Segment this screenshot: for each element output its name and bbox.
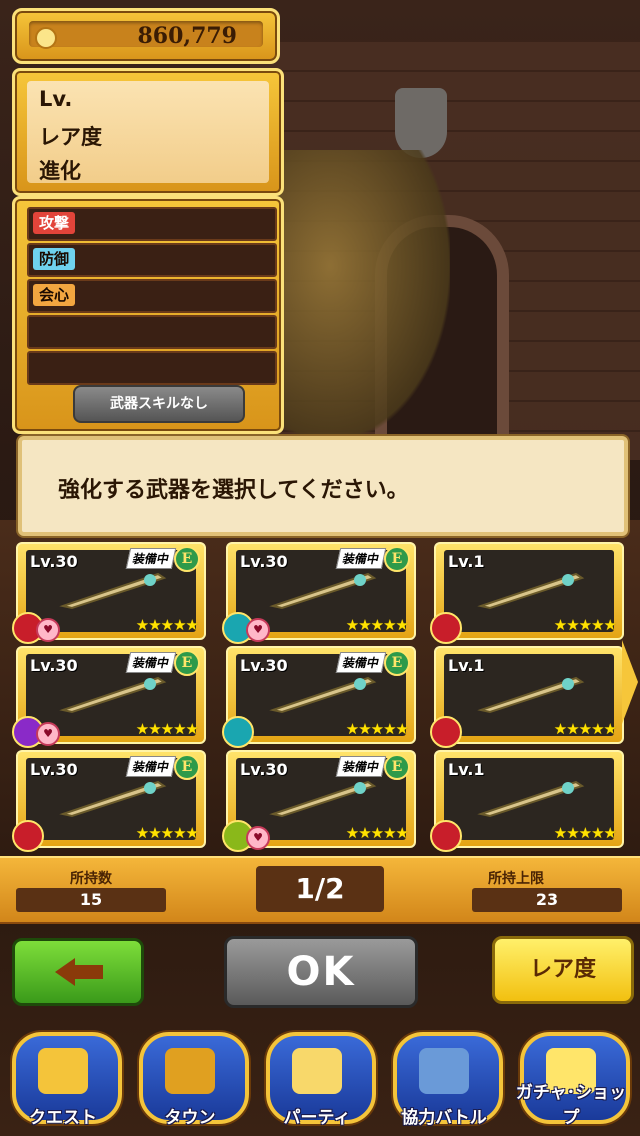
rarity-label: レア度 [39,125,102,149]
weapon-icon [59,780,167,818]
element-icon [430,716,462,748]
weapon-icon [269,676,377,714]
equipped-tag: 装備中 [125,548,177,569]
weapon-icon [269,780,377,818]
weapon-card[interactable]: Lv.30 装備中 E ★★★★★ [222,646,416,748]
weapon-card[interactable]: Lv.30 装備中 E ★★★★★ ♥ [222,542,416,644]
nav-item[interactable]: パーティ [258,1026,376,1136]
equip-mark-icon: E [384,546,410,572]
weapon-card[interactable]: Lv.1 ★★★★★ [430,542,624,644]
weapon-card[interactable]: Lv.1 ★★★★★ [430,646,624,748]
owned-count-label: 所持数 [70,871,112,887]
nav-label: パーティ [283,1108,351,1128]
lock-heart-icon: ♥ [246,826,270,850]
weapon-skill-button[interactable]: 武器スキルなし [73,385,245,423]
rarity-stars: ★★★★★ [553,720,617,738]
rarity-stars: ★★★★★ [135,824,199,842]
coin-bar: 860,779 [12,8,280,64]
equip-mark-icon: E [174,754,200,780]
wall-shield [395,88,447,158]
lock-heart-icon: ♥ [246,618,270,642]
weapon-card[interactable]: Lv.30 装備中 E ★★★★★ [12,750,206,852]
rarity-stars: ★★★★★ [135,616,199,634]
weapon-icon [477,780,585,818]
quest-map-icon [38,1048,88,1094]
nav-label: クエスト [29,1108,97,1128]
critical-tag: 会心 [33,284,76,306]
page-indicator: 1/2 [256,866,384,912]
inventory-count-bar: 所持数 15 1/2 所持上限 23 [0,856,640,924]
equipped-tag: 装備中 [125,652,177,673]
level-label: Lv. [39,87,73,111]
nav-item[interactable]: タウン [131,1026,249,1136]
critical-row: 会心 [27,279,277,313]
nav-item[interactable]: 協力バトル [385,1026,503,1136]
rarity-stars: ★★★★★ [345,720,409,738]
evolution-label: 進化 [39,159,81,183]
back-button[interactable] [12,938,144,1006]
nav-item[interactable]: クエスト [4,1026,122,1136]
weapon-info-panel: Lv. レア度 進化 [12,68,284,196]
weapon-card[interactable]: Lv.1 ★★★★★ [430,750,624,852]
ok-button[interactable]: OK [224,936,418,1008]
defense-tag: 防御 [33,248,76,270]
equipped-tag: 装備中 [335,756,387,777]
coin-icon [35,27,57,49]
weapon-icon [59,572,167,610]
defense-row: 防御 [27,243,277,277]
empty-stat-row [27,351,277,385]
nav-label: タウン [164,1108,216,1128]
weapon-icon [477,572,585,610]
weapon-card[interactable]: Lv.30 装備中 E ★★★★★ ♥ [12,542,206,644]
bottom-nav: クエスト タウン パーティ 協力バトル ガチャ･ショップ [0,1026,640,1136]
element-icon [430,820,462,852]
equip-mark-icon: E [174,546,200,572]
limit-label: 所持上限 [488,871,544,887]
lock-heart-icon: ♥ [36,618,60,642]
limit-value: 23 [472,888,622,912]
back-arrow-icon [55,958,75,986]
instruction-banner: 強化する武器を選択してください。 [18,436,628,536]
equipped-tag: 装備中 [335,652,387,673]
party-icon [292,1048,342,1094]
equip-mark-icon: E [384,650,410,676]
equip-mark-icon: E [174,650,200,676]
weapon-icon [477,676,585,714]
weapon-card[interactable]: Lv.30 装備中 E ★★★★★ ♥ [222,750,416,852]
back-arrow-shaft [73,965,103,979]
rarity-stars: ★★★★★ [135,720,199,738]
element-icon [12,820,44,852]
weapon-card[interactable]: Lv.30 装備中 E ★★★★★ ♥ [12,646,206,748]
element-icon [430,612,462,644]
equipped-tag: 装備中 [125,756,177,777]
weapon-stats-panel: 攻撃 防御 会心 武器スキルなし [12,196,284,434]
next-page-arrow[interactable] [622,640,638,724]
weapon-grid: Lv.30 装備中 E ★★★★★ ♥ Lv.30 装備中 E ★★★★★ ♥ Lv.1 ★★★★★ L… [12,542,624,852]
element-icon [222,716,254,748]
weapon-icon [269,572,377,610]
nav-label: 協力バトル [401,1108,487,1128]
instruction-text: 強化する武器を選択してください。 [58,478,409,503]
rarity-sort-button[interactable]: レア度 [492,936,634,1004]
attack-row: 攻撃 [27,207,277,241]
nav-item[interactable]: ガチャ･ショップ [512,1026,630,1136]
town-icon [165,1048,215,1094]
equipped-tag: 装備中 [335,548,387,569]
weapon-icon [59,676,167,714]
rarity-stars: ★★★★★ [553,824,617,842]
coin-value: 860,779 [137,23,237,49]
coop-battle-icon [419,1048,469,1094]
owned-count-value: 15 [16,888,166,912]
rarity-stars: ★★★★★ [345,616,409,634]
rarity-stars: ★★★★★ [345,824,409,842]
empty-stat-row [27,315,277,349]
equip-mark-icon: E [384,754,410,780]
lock-heart-icon: ♥ [36,722,60,746]
attack-tag: 攻撃 [33,212,76,234]
rarity-stars: ★★★★★ [553,616,617,634]
nav-label: ガチャ･ショップ [515,1083,627,1128]
